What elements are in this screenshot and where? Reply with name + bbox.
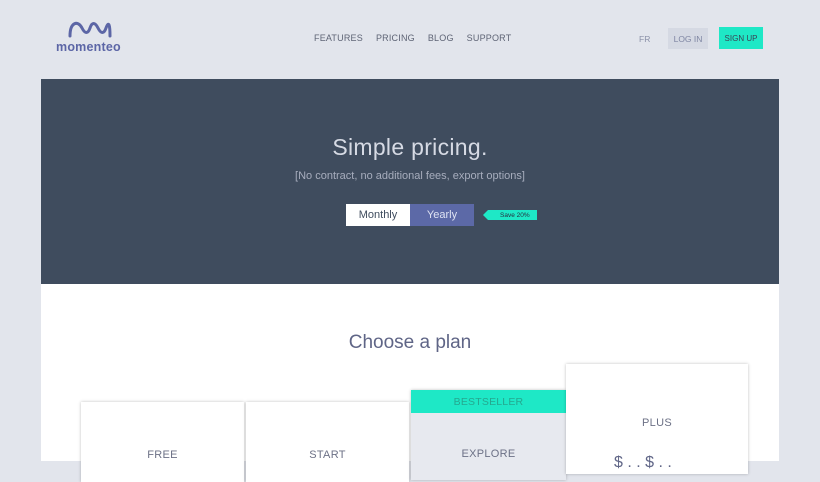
plan-name-start: START — [309, 449, 346, 461]
brand-logo[interactable]: momenteo — [56, 18, 126, 58]
plan-card-plus[interactable]: PLUS $ . . $ . . — [566, 364, 748, 474]
plans-title: Choose a plan — [348, 332, 472, 353]
nav-support[interactable]: SUPPORT — [467, 33, 512, 43]
signup-button[interactable]: SIGN UP — [719, 27, 763, 49]
plan-name-free: FREE — [147, 449, 178, 461]
plan-name-explore: EXPLORE — [461, 448, 516, 460]
plan-card-explore[interactable]: BESTSELLER EXPLORE — [411, 390, 566, 480]
login-button[interactable]: LOG IN — [668, 28, 708, 49]
hero-title: Simple pricing. — [332, 134, 488, 160]
brand-name: momenteo — [56, 40, 121, 54]
site-header: momenteo FEATURES PRICING BLOG SUPPORT F… — [0, 0, 820, 79]
nav-blog[interactable]: BLOG — [428, 33, 454, 43]
momenteo-logo-icon — [68, 21, 112, 38]
bestseller-badge: BESTSELLER — [411, 390, 566, 413]
plan-name-plus: PLUS — [642, 417, 672, 429]
pricing-hero: Simple pricing. [No contract, no additio… — [41, 79, 779, 284]
yearly-option[interactable]: Yearly — [410, 204, 474, 226]
hero-subtitle: [No contract, no additional fees, export… — [295, 170, 525, 182]
save-badge: Save 20% — [483, 210, 537, 220]
monthly-option[interactable]: Monthly — [346, 204, 410, 226]
plan-card-free[interactable]: FREE — [81, 402, 244, 482]
plan-card-start[interactable]: START — [246, 402, 409, 482]
plans-section: Choose a plan FREE START BESTSELLER EXPL… — [41, 284, 779, 482]
plan-price-plus: $ . . $ . . — [614, 454, 672, 471]
billing-toggle: Monthly Yearly — [346, 204, 474, 226]
nav-features[interactable]: FEATURES — [314, 33, 363, 43]
language-switch[interactable]: FR — [639, 34, 650, 44]
main-nav: FEATURES PRICING BLOG SUPPORT — [314, 33, 524, 43]
nav-pricing[interactable]: PRICING — [376, 33, 415, 43]
